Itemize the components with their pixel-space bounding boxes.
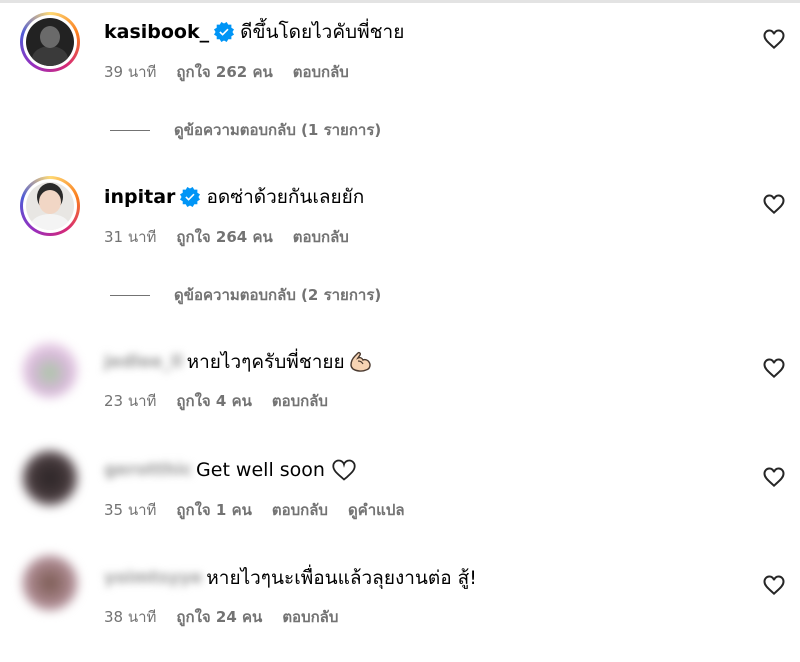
reply-button[interactable]: ตอบกลับ	[282, 605, 338, 629]
translate-button[interactable]: ดูคำแปล	[348, 498, 405, 522]
reply-button[interactable]: ตอบกลับ	[293, 60, 349, 84]
comment-time[interactable]: 38 นาที	[104, 605, 156, 629]
comment-username[interactable]: gerotthic	[104, 460, 192, 480]
avatar[interactable]	[20, 553, 80, 613]
avatar[interactable]	[20, 176, 80, 236]
comment-time[interactable]: 35 นาที	[104, 498, 156, 522]
comment-time[interactable]: 31 นาที	[104, 225, 156, 249]
reply-button[interactable]: ตอบกลับ	[272, 389, 328, 413]
avatar-photo	[22, 555, 78, 611]
view-replies-button[interactable]: ดูข้อความตอบกลับ (1 รายการ)	[110, 119, 381, 141]
comment-username[interactable]: kasibook_	[104, 21, 209, 43]
avatar-photo	[22, 450, 78, 506]
verified-badge-icon	[214, 22, 235, 42]
reply-button[interactable]: ตอบกลับ	[272, 498, 328, 522]
likes-count[interactable]: ถูกใจ 262 คน	[176, 60, 272, 84]
avatar[interactable]	[20, 12, 80, 72]
heart-outline-icon[interactable]	[762, 465, 786, 489]
comment-username[interactable]: jedlee_ll	[104, 352, 183, 372]
comment-text: ดีขึ้นโดยไวคับพี่ชาย	[240, 21, 405, 43]
comment-text: Get well soon	[196, 459, 325, 481]
heart-outline-icon[interactable]	[762, 356, 786, 380]
comment-text: หายไวๆนะเพื่อนแล้วลุยงานต่อ สู้!	[206, 567, 477, 589]
view-replies-label: ดูข้อความตอบกลับ (1 รายการ)	[174, 121, 382, 139]
view-replies-label: ดูข้อความตอบกลับ (2 รายการ)	[174, 286, 382, 304]
likes-count[interactable]: ถูกใจ 1 คน	[176, 498, 251, 522]
comment-text: อดซ่าด้วยกันเลยยัก	[206, 186, 365, 208]
comment-time[interactable]: 39 นาที	[104, 60, 156, 84]
replies-divider	[110, 294, 150, 296]
comment-username[interactable]: inpitar	[104, 186, 175, 208]
comment-text: หายไวๆครับพี่ชายย	[186, 351, 345, 373]
avatar-photo	[22, 342, 78, 398]
avatar-photo	[26, 182, 74, 230]
comment-time[interactable]: 23 นาที	[104, 389, 156, 413]
heart-outline-icon[interactable]	[762, 27, 786, 51]
avatar[interactable]	[20, 340, 80, 400]
replies-divider	[110, 129, 150, 131]
reply-button[interactable]: ตอบกลับ	[293, 225, 349, 249]
flexed-biceps-emoji	[348, 351, 372, 373]
view-replies-button[interactable]: ดูข้อความตอบกลับ (2 รายการ)	[110, 284, 381, 306]
likes-count[interactable]: ถูกใจ 264 คน	[176, 225, 272, 249]
top-divider	[0, 0, 800, 3]
comment-username[interactable]: yoimtsyye	[104, 568, 202, 588]
likes-count[interactable]: ถูกใจ 24 คน	[176, 605, 262, 629]
heart-outline-icon[interactable]	[762, 192, 786, 216]
heart-outline-icon[interactable]	[762, 573, 786, 597]
likes-count[interactable]: ถูกใจ 4 คน	[176, 389, 251, 413]
verified-badge-icon	[180, 187, 201, 207]
avatar[interactable]	[20, 448, 80, 508]
avatar-photo	[26, 18, 74, 66]
white-heart-emoji	[331, 458, 357, 482]
